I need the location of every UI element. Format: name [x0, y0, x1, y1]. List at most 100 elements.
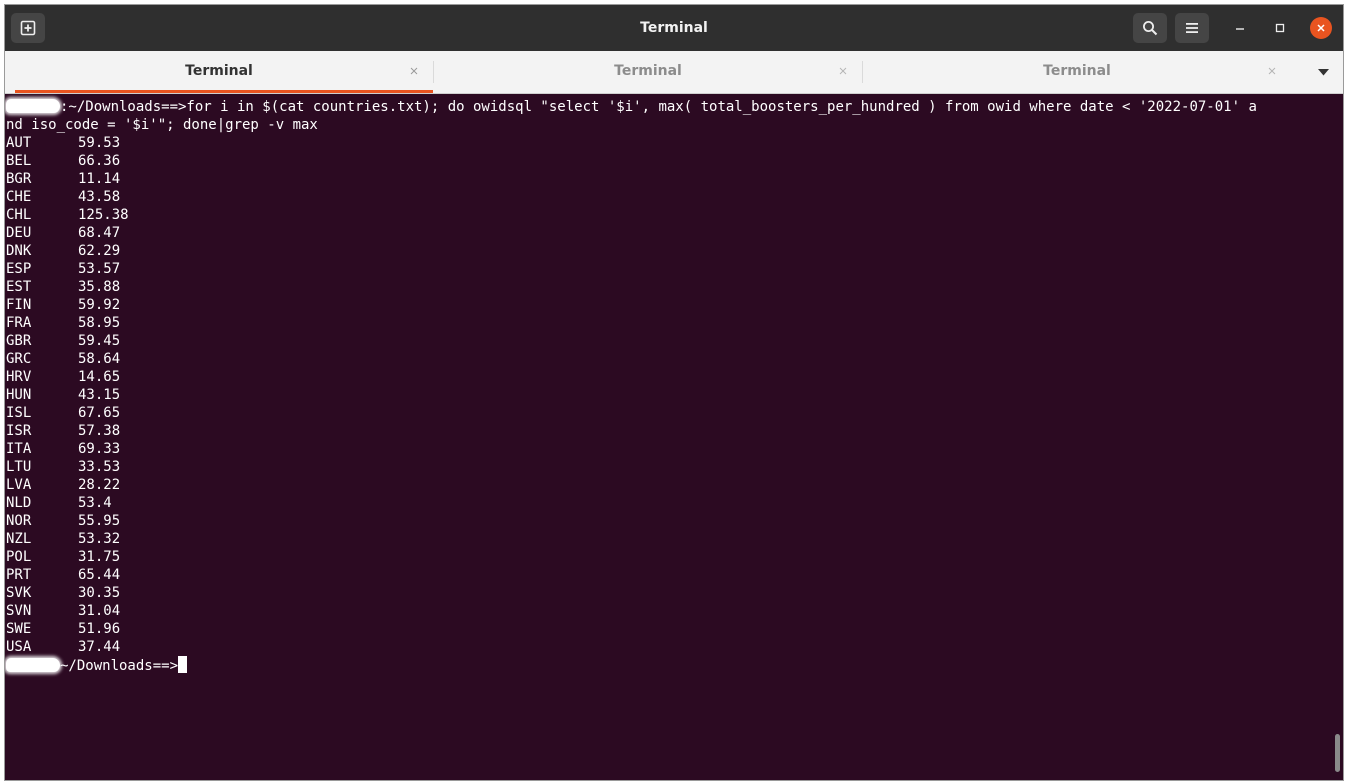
output-row: DNK 62.29 [6, 242, 120, 260]
country-code: GRC [6, 351, 32, 367]
tab-close-button[interactable] [836, 64, 850, 78]
booster-value: 33.53 [78, 459, 121, 475]
booster-value: 30.35 [78, 585, 121, 601]
tab-close-button[interactable] [407, 64, 421, 78]
booster-value: 28.22 [78, 477, 121, 493]
booster-value: 51.96 [78, 621, 121, 637]
command-line-wrap: nd iso_code = '$i'"; done|grep -v max [6, 117, 318, 133]
output-row: GRC 58.64 [6, 350, 120, 368]
tab-terminal-1[interactable]: Terminal [5, 51, 433, 93]
scrollbar-thumb[interactable] [1335, 734, 1340, 772]
output-row: GBR 59.45 [6, 332, 120, 350]
minimize-icon [1235, 23, 1245, 33]
close-icon [410, 67, 418, 75]
booster-value: 31.75 [78, 549, 121, 565]
output-row: HRV 14.65 [6, 368, 120, 386]
output-row: PRT 65.44 [6, 566, 120, 584]
output-row: SVK 30.35 [6, 584, 120, 602]
country-code: ESP [6, 261, 32, 277]
output-row: SWE 51.96 [6, 620, 120, 638]
booster-value: 58.95 [78, 315, 121, 331]
header-bar: Terminal [5, 5, 1343, 51]
booster-value: 68.47 [78, 225, 121, 241]
booster-value: 66.36 [78, 153, 121, 169]
country-code: FIN [6, 297, 32, 313]
close-icon [1316, 23, 1326, 33]
booster-value: 53.32 [78, 531, 121, 547]
output-row: CHE 43.58 [6, 188, 120, 206]
booster-value: 53.4 [78, 495, 112, 511]
command-line: :~/Downloads==>for i in $(cat countries.… [6, 98, 1257, 116]
country-code: USA [6, 639, 32, 655]
country-code: BEL [6, 153, 32, 169]
tab-bar: Terminal Terminal Terminal [5, 51, 1343, 94]
new-tab-button[interactable] [11, 13, 45, 43]
country-code: PRT [6, 567, 32, 583]
country-code: NLD [6, 495, 32, 511]
menu-button[interactable] [1175, 13, 1209, 43]
output-row: FIN 59.92 [6, 296, 120, 314]
tab-list-dropdown-button[interactable] [1313, 63, 1333, 81]
country-code: CHL [6, 207, 32, 223]
country-code: EST [6, 279, 32, 295]
country-code: BGR [6, 171, 32, 187]
new-tab-icon [20, 20, 36, 36]
country-code: GBR [6, 333, 32, 349]
command-text: :~/Downloads==>for i in $(cat countries.… [60, 99, 1257, 115]
booster-value: 67.65 [78, 405, 121, 421]
booster-value: 59.92 [78, 297, 121, 313]
tab-terminal-2[interactable]: Terminal [434, 51, 862, 93]
booster-value: 59.53 [78, 135, 121, 151]
country-code: ISR [6, 423, 32, 439]
booster-value: 37.44 [78, 639, 121, 655]
redacted-username [6, 658, 60, 672]
country-code: ITA [6, 441, 32, 457]
tab-terminal-3[interactable]: Terminal [863, 51, 1291, 93]
output-row: SVN 31.04 [6, 602, 120, 620]
country-code: NZL [6, 531, 32, 547]
booster-value: 11.14 [78, 171, 121, 187]
country-code: SVN [6, 603, 32, 619]
output-row: NOR 55.95 [6, 512, 120, 530]
country-code: LVA [6, 477, 32, 493]
country-code: LTU [6, 459, 32, 475]
booster-value: 14.65 [78, 369, 121, 385]
country-code: DEU [6, 225, 32, 241]
output-row: BGR 11.14 [6, 170, 120, 188]
search-icon [1142, 20, 1158, 36]
tab-close-button[interactable] [1265, 64, 1279, 78]
booster-value: 125.38 [78, 207, 129, 223]
booster-value: 58.64 [78, 351, 121, 367]
booster-value: 62.29 [78, 243, 121, 259]
output-row: ISR 57.38 [6, 422, 120, 440]
minimize-button[interactable] [1229, 17, 1251, 39]
close-icon [839, 67, 847, 75]
close-button[interactable] [1310, 17, 1332, 39]
tab-label: Terminal [614, 63, 682, 79]
maximize-button[interactable] [1269, 17, 1291, 39]
prompt-text: ~/Downloads==> [60, 658, 179, 674]
country-code: ISL [6, 405, 32, 421]
search-button[interactable] [1133, 13, 1167, 43]
output-row: ESP 53.57 [6, 260, 120, 278]
terminal-output[interactable]: :~/Downloads==>for i in $(cat countries.… [5, 94, 1343, 780]
chevron-down-icon [1317, 68, 1329, 76]
output-row: USA 37.44 [6, 638, 120, 656]
booster-value: 31.04 [78, 603, 121, 619]
output-row: NLD 53.4 [6, 494, 112, 512]
hamburger-menu-icon [1185, 22, 1199, 34]
output-row: HUN 43.15 [6, 386, 120, 404]
booster-value: 43.58 [78, 189, 121, 205]
terminal-window: Terminal Terminal Terminal Terminal:~/D… [4, 4, 1344, 781]
output-row: DEU 68.47 [6, 224, 120, 242]
booster-value: 69.33 [78, 441, 121, 457]
output-row: LTU 33.53 [6, 458, 120, 476]
output-row: CHL 125.38 [6, 206, 129, 224]
booster-value: 57.38 [78, 423, 121, 439]
output-row: BEL 66.36 [6, 152, 120, 170]
output-row: POL 31.75 [6, 548, 120, 566]
output-row: ISL 67.65 [6, 404, 120, 422]
booster-value: 35.88 [78, 279, 121, 295]
tab-label: Terminal [185, 63, 253, 79]
country-code: SVK [6, 585, 32, 601]
